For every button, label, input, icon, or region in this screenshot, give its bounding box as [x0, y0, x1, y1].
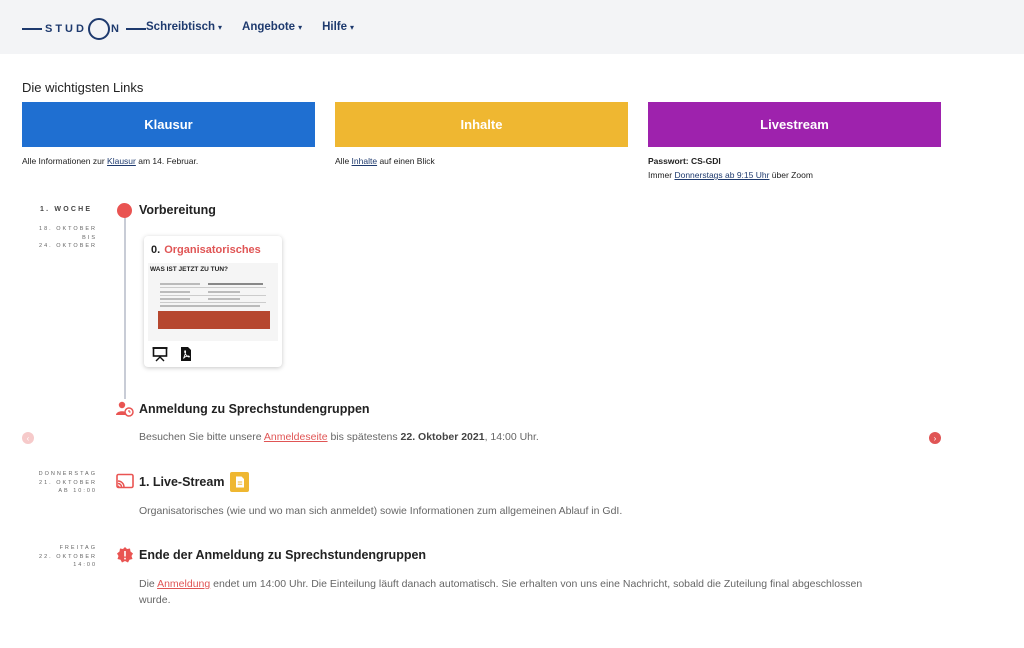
entry-ende-anmeldung-text: Die Anmeldung endet um 14:00 Uhr. Die Ei… — [139, 576, 919, 608]
section-vorbereitung-title: Vorbereitung — [139, 203, 216, 217]
timeline-dot — [117, 203, 132, 218]
inhalte-button[interactable]: Inhalte — [335, 102, 628, 147]
caret-down-icon: ▾ — [350, 23, 355, 32]
thumb-text-line — [208, 283, 263, 285]
nav-schreibtisch[interactable]: Schreibtisch ▾ — [146, 21, 222, 33]
inhalte-link[interactable]: Inhalte — [352, 156, 378, 166]
thumb-warning-box — [158, 311, 270, 329]
livestream-password: Passwort: CS-GDI — [648, 156, 721, 166]
date-line: 21. OKTOBER — [39, 479, 97, 486]
entry-ende-anmeldung-title: Ende der Anmeldung zu Sprechstundengrupp… — [139, 548, 427, 562]
desc-text: Alle Informationen zur — [22, 156, 108, 166]
nav-label: Angebote — [242, 21, 296, 33]
chevron-right-icon: › — [933, 433, 937, 443]
date-line: DONNERSTAG — [38, 471, 97, 477]
thumb-text-line — [208, 298, 240, 300]
desc-text: auf einen Blick — [377, 156, 435, 166]
entry-deadline: 22. Oktober 2021 — [400, 431, 485, 443]
thumb-text-line — [160, 305, 260, 307]
week-label: 1. WOCHE — [40, 206, 93, 213]
date-line: 14:00 — [73, 562, 97, 568]
top-navbar: STUD N Schreibtisch ▾ Angebote ▾ Hilfe ▾ — [0, 0, 1024, 54]
klausur-button[interactable]: Klausur — [22, 102, 315, 147]
desc-text: Immer — [648, 170, 675, 180]
livestream-date: DONNERSTAG 21. OKTOBER AB 10:00 — [17, 470, 97, 496]
studon-logo[interactable]: STUD N — [22, 16, 146, 42]
chevron-left-icon: ‹ — [26, 433, 30, 443]
date-line: 24. OKTOBER — [39, 243, 97, 249]
thumbnail-heading: WAS IST JETZT ZU TUN? — [150, 266, 228, 273]
pdf-icon[interactable] — [178, 346, 194, 362]
entry-anmeldung-title: Anmeldung zu Sprechstundengruppen — [139, 402, 370, 416]
card-title: 0. Organisatorisches — [151, 244, 261, 256]
livestream-button[interactable]: Livestream — [648, 102, 941, 147]
anmeldung-link[interactable]: Anmeldung — [157, 578, 210, 590]
nav-label: Schreibtisch — [146, 21, 216, 33]
carousel-prev-button[interactable]: ‹ — [22, 432, 34, 444]
klausur-link[interactable]: Klausur — [107, 156, 136, 166]
organisatorisches-card[interactable]: 0. Organisatorisches WAS IST JETZT ZU TUN… — [144, 236, 282, 367]
entry-anmeldung-text: Besuchen Sie bitte unsere Anmeldeseite b… — [139, 429, 539, 445]
caret-down-icon: ▾ — [298, 23, 303, 32]
livestream-button-label: Livestream — [760, 117, 829, 132]
logo-text-right: N — [110, 23, 122, 35]
thumb-text-line — [208, 291, 240, 293]
logo-line-left — [22, 28, 42, 30]
klausur-button-label: Klausur — [144, 117, 193, 132]
week-date-range: 18. OKTOBER BIS 24. OKTOBER — [17, 225, 97, 251]
thumb-rule — [160, 295, 266, 296]
main-nav: Schreibtisch ▾ Angebote ▾ Hilfe ▾ — [146, 21, 354, 33]
links-section-title: Die wichtigsten Links — [22, 80, 144, 95]
card-number: 0. — [151, 244, 161, 256]
date-line: 22. OKTOBER — [39, 553, 97, 560]
livestream-time-link[interactable]: Donnerstags ab 9:15 Uhr — [674, 170, 769, 180]
entry-text: bis spätestens — [327, 431, 401, 443]
inhalte-button-label: Inhalte — [460, 117, 503, 132]
timeline-line — [124, 216, 126, 399]
desc-text: Alle — [335, 156, 352, 166]
nav-angebote[interactable]: Angebote ▾ — [242, 21, 302, 33]
logo-text-left: STUD — [45, 23, 87, 35]
desc-text: am 14. Februar. — [135, 156, 199, 166]
card-thumbnail[interactable]: WAS IST JETZT ZU TUN? — [148, 263, 278, 341]
anmeldeseite-link[interactable]: Anmeldeseite — [264, 431, 328, 443]
nav-label: Hilfe — [322, 21, 348, 33]
date-line: FREITAG — [59, 545, 97, 551]
entry-livestream-text: Organisatorisches (wie und wo man sich a… — [139, 505, 623, 517]
klausur-description: Alle Informationen zur Klausur am 14. Fe… — [22, 154, 198, 168]
nav-hilfe[interactable]: Hilfe ▾ — [322, 21, 354, 33]
cast-icon — [116, 473, 134, 494]
entry-livestream-title: 1. Live-Stream — [139, 475, 225, 489]
person-clock-icon — [116, 401, 134, 422]
thumb-text-line — [160, 291, 190, 293]
entry-text-line2: wurde. — [139, 594, 171, 606]
livestream-description: Passwort: CS-GDI Immer Donnerstags ab 9:… — [648, 154, 813, 182]
caret-down-icon: ▾ — [218, 23, 223, 32]
entry-text: endet um 14:00 Uhr. Die Einteilung läuft… — [210, 578, 863, 590]
entry-text: Die — [139, 578, 158, 590]
thumb-text-line — [160, 298, 190, 300]
card-icon-row — [152, 346, 194, 362]
thumb-rule — [160, 287, 266, 288]
inhalte-description: Alle Inhalte auf einen Blick — [335, 154, 435, 168]
deadline-date: FREITAG 22. OKTOBER 14:00 — [17, 544, 97, 570]
carousel-next-button[interactable]: › — [929, 432, 941, 444]
thumb-text-line — [160, 283, 200, 285]
thumb-rule — [160, 302, 266, 303]
alert-badge-icon — [117, 547, 133, 568]
desc-text: über Zoom — [769, 170, 813, 180]
date-line: BIS — [82, 234, 97, 241]
logo-line-right — [125, 28, 146, 30]
document-icon[interactable] — [230, 472, 249, 492]
date-line: 18. OKTOBER — [39, 226, 97, 232]
date-line: AB 10:00 — [58, 488, 97, 494]
logo-ring — [87, 18, 110, 40]
card-title-text[interactable]: Organisatorisches — [164, 244, 261, 256]
entry-text: , 14:00 Uhr. — [484, 431, 539, 443]
entry-text: Besuchen Sie bitte unsere — [139, 431, 264, 443]
presentation-icon[interactable] — [152, 346, 168, 362]
